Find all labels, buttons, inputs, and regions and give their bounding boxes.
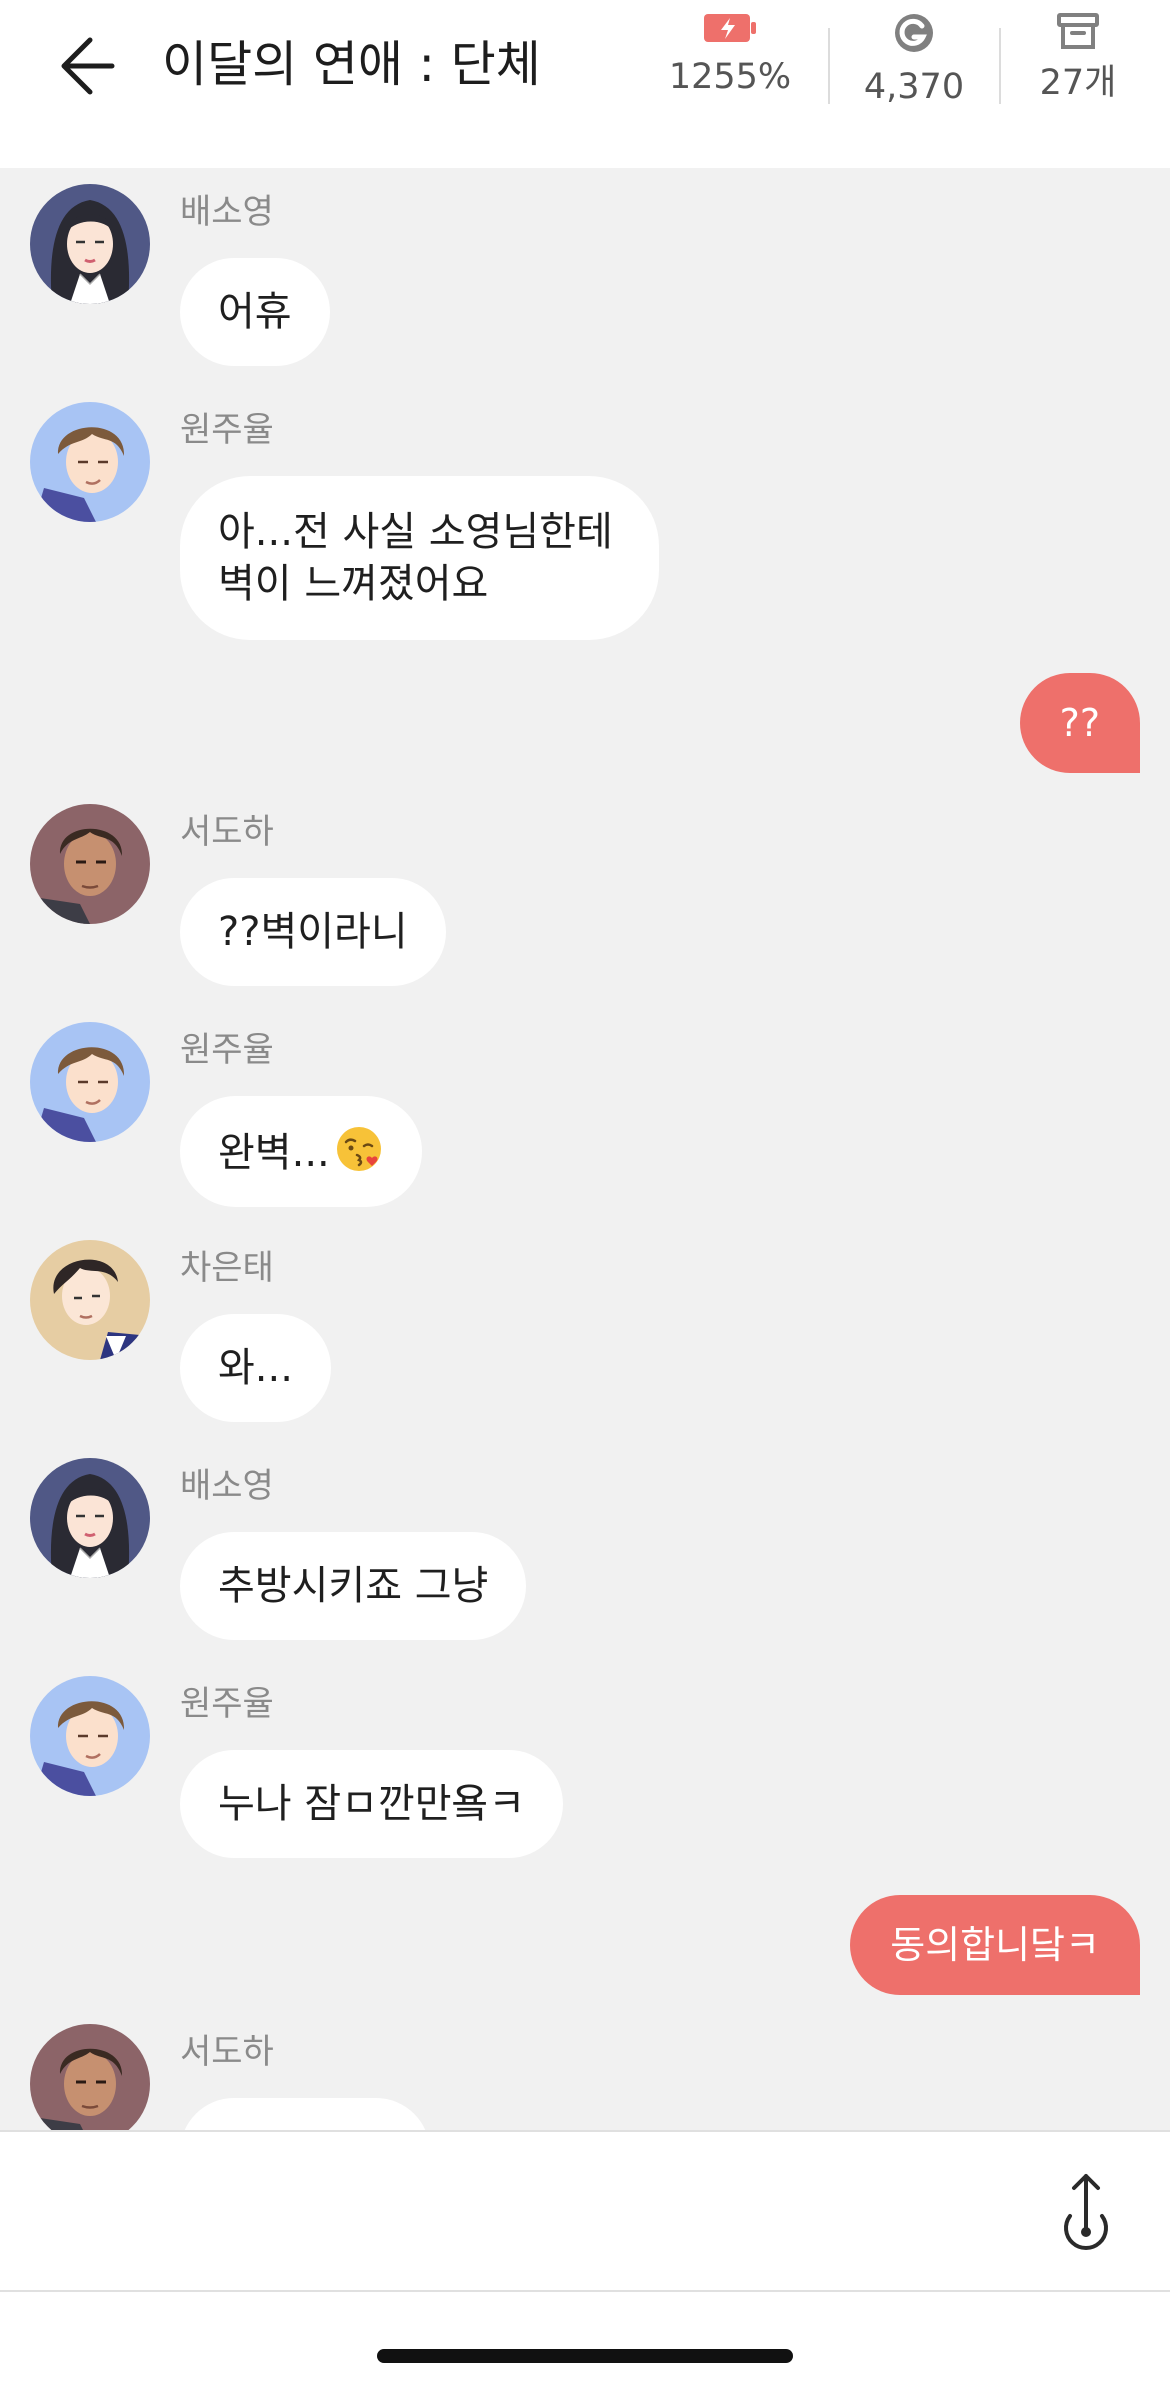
- energy-value: 1255%: [668, 57, 792, 97]
- message-bubble: ??벽이라니: [180, 878, 446, 986]
- sender-name: 원주율: [180, 410, 274, 450]
- profile-picture: [30, 2024, 150, 2130]
- avatar[interactable]: [30, 1240, 150, 1360]
- archive-box-icon: [1057, 13, 1099, 49]
- send-button[interactable]: [1056, 2168, 1116, 2252]
- outgoing-message-bubble: ??: [1019, 673, 1140, 773]
- sender-name: 서도하: [180, 2032, 274, 2072]
- chat-message-list[interactable]: 배소영 어휴 원주율 아...전 사실 소영님한테 벽이 느껴졌어요 ?? 서도…: [0, 168, 1170, 2130]
- avatar[interactable]: [30, 184, 150, 304]
- message-bubble: 아...전 사실 소영님한테 벽이 느껴졌어요: [180, 476, 659, 640]
- avatar[interactable]: [30, 1022, 150, 1142]
- message-bubble: 누나 잠ㅁ깐만욬ㅋ: [180, 1750, 564, 1858]
- profile-picture: [30, 1458, 150, 1578]
- profile-picture: [30, 1676, 150, 1796]
- back-arrow-icon: [61, 37, 115, 95]
- sender-name: 배소영: [180, 1466, 274, 1506]
- sender-name: 원주율: [180, 1684, 274, 1724]
- sender-name: 배소영: [180, 192, 274, 232]
- chat-room-title: 이달의 연애 : 단체: [162, 36, 541, 93]
- profile-picture: [30, 184, 150, 304]
- profile-picture: [30, 402, 150, 522]
- message-input-bar[interactable]: [0, 2130, 1170, 2292]
- message-bubble: 어휴: [180, 258, 330, 366]
- sender-name: 원주율: [180, 1030, 274, 1070]
- outgoing-message-bubble: 동의합니닼ㅋ: [850, 1895, 1140, 1995]
- message-line: 아...전 사실 소영님한테: [218, 509, 613, 555]
- avatar[interactable]: [30, 1458, 150, 1578]
- sender-name: 차은태: [180, 1248, 274, 1288]
- message-bubble: 추방시키죠 그냥: [180, 1532, 527, 1640]
- avatar[interactable]: [30, 402, 150, 522]
- energy-stat[interactable]: 1255%: [660, 12, 800, 112]
- sender-name: 서도하: [180, 812, 274, 852]
- gold-value: 4,370: [863, 67, 965, 107]
- message-bubble: 완벽...: [180, 1096, 422, 1207]
- header-divider: [999, 28, 1001, 104]
- message-text: 완벽...: [218, 1130, 330, 1176]
- avatar[interactable]: [30, 804, 150, 924]
- kissing-face-emoji-icon: [336, 1127, 381, 1171]
- avatar[interactable]: [30, 1676, 150, 1796]
- message-bubble: 와...: [180, 1314, 331, 1422]
- back-button[interactable]: [50, 22, 130, 110]
- header-divider: [828, 28, 830, 104]
- profile-picture: [30, 1240, 150, 1360]
- gold-stat[interactable]: 4,370: [852, 12, 976, 112]
- message-bubble: [180, 2098, 430, 2130]
- box-value: 27개: [1039, 63, 1117, 103]
- gold-coin-icon: [895, 14, 933, 52]
- home-indicator[interactable]: [377, 2349, 793, 2363]
- profile-picture: [30, 1022, 150, 1142]
- profile-picture: [30, 804, 150, 924]
- message-line: 벽이 느껴졌어요: [218, 561, 489, 607]
- box-stat[interactable]: 27개: [1020, 12, 1136, 112]
- battery-charge-icon: [704, 14, 756, 42]
- avatar[interactable]: [30, 2024, 150, 2130]
- app-header: 이달의 연애 : 단체 1255% 4,370 27개: [0, 0, 1170, 168]
- send-upload-icon: [1064, 2174, 1108, 2250]
